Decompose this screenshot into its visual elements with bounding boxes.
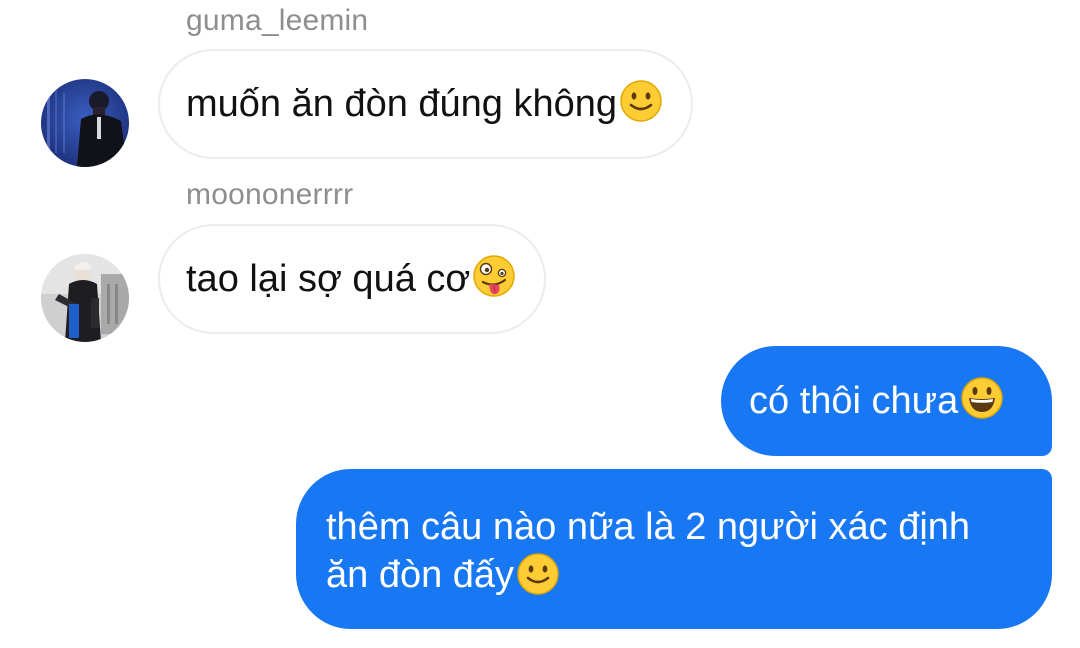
chat-thread: guma_leemin muốn ăn đòn đúng không moono… <box>0 0 1080 648</box>
avatar[interactable] <box>41 254 129 342</box>
message-bubble-outgoing[interactable]: có thôi chưa <box>721 346 1052 456</box>
slightly-smiling-face-icon <box>619 79 663 123</box>
slightly-smiling-face-icon <box>516 552 560 596</box>
avatar[interactable] <box>41 79 129 167</box>
message-bubble-incoming[interactable]: tao lại sợ quá cơ <box>158 224 547 334</box>
message-text: muốn ăn đòn đúng không <box>186 82 618 125</box>
message-text: tao lại sợ quá cơ <box>186 257 471 300</box>
message-text: ăn đòn đấy <box>326 554 515 596</box>
sender-name: moononerrrr <box>186 178 354 211</box>
message-bubble-incoming[interactable]: muốn ăn đòn đúng không <box>158 49 694 159</box>
grinning-face-icon <box>960 376 1004 420</box>
message-bubble-outgoing[interactable]: thêm câu nào nữa là 2 người xác định ăn … <box>296 469 1052 629</box>
message-text-line: thêm câu nào nữa là 2 người xác định <box>326 506 971 548</box>
zany-face-icon <box>472 254 516 298</box>
message-text-line-with-emoji: ăn đòn đấy <box>326 551 1022 599</box>
sender-name: guma_leemin <box>186 4 369 37</box>
message-text: có thôi chưa <box>749 379 959 422</box>
